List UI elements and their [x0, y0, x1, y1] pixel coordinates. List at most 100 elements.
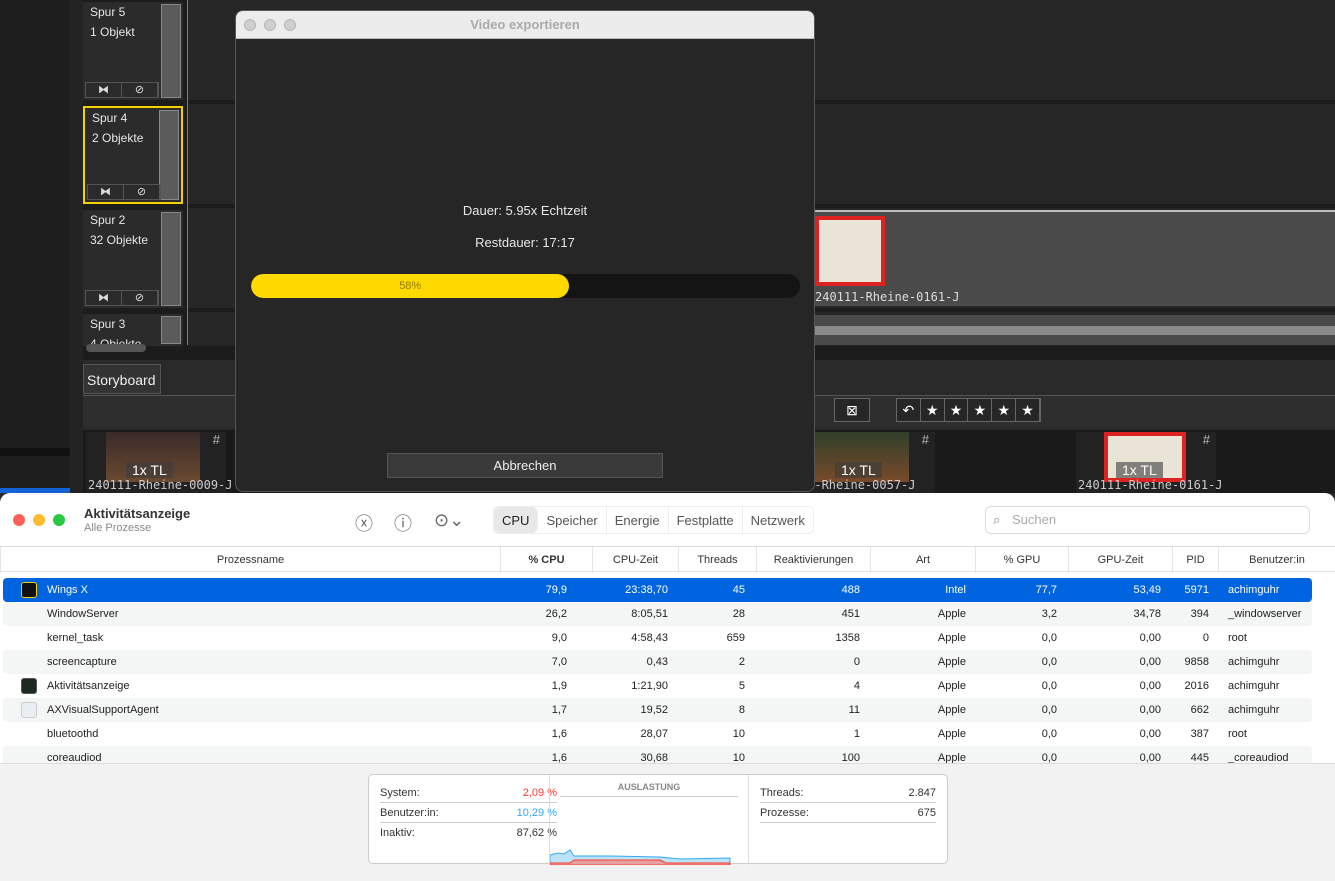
cell-prozessname: bluetoothd [47, 728, 99, 740]
remaining-text: Restdauer: 17:17 [475, 235, 575, 250]
column-header[interactable]: Art [870, 547, 975, 573]
window-subtitle: Alle Prozesse [84, 522, 152, 534]
tab-speicher[interactable]: Speicher [538, 507, 607, 533]
star-icon[interactable]: ★ [992, 399, 1017, 421]
tab-storyboard[interactable]: Storyboard [83, 364, 161, 394]
audio-waveform[interactable] [815, 315, 1335, 345]
track-header[interactable]: Spur 2 32 Objekte ⧓ ⊘ [83, 210, 183, 308]
undo-rating-icon[interactable]: ↶ [897, 399, 921, 421]
column-header[interactable]: Benutzer:in [1218, 547, 1335, 573]
mute-icon[interactable]: ⊘ [124, 185, 160, 199]
mute-icon[interactable]: ⊘ [122, 83, 158, 97]
track-level[interactable] [161, 316, 181, 344]
cell-reaktivierungen: 0 [853, 656, 860, 668]
column-header[interactable]: Threads [678, 547, 756, 573]
transition-icon[interactable]: ⧓ [86, 291, 122, 305]
cell-cpu-zeit: 8:05,51 [631, 608, 668, 620]
cell-threads: 5 [738, 680, 745, 692]
horizontal-scrollbar[interactable] [86, 344, 146, 352]
search-input[interactable]: ⌕ Suchen [985, 506, 1310, 534]
clip-label: 240111-Rheine-0161-J [815, 290, 960, 304]
mute-icon[interactable]: ⊘ [122, 291, 158, 305]
cancel-button[interactable]: Abbrechen [387, 453, 663, 478]
table-row[interactable]: bluetoothd 1,6 28,07 10 1 Apple 0,0 0,00 387 root [3, 722, 1312, 746]
cell-threads: 8 [738, 704, 745, 716]
track-header[interactable]: Spur 34 Objekte [83, 314, 183, 346]
table-row[interactable]: WindowServer 26,2 8:05,51 28 451 Apple 3,2 34,7… [3, 602, 1312, 626]
cell-gpu-zeit: 34,78 [1133, 608, 1161, 620]
dialog-title: Video exportieren [470, 17, 580, 32]
clip-thumbnail [815, 216, 885, 286]
table-row[interactable]: AXVisualSupportAgent 1,7 19,52 8 11 Apple 0,0 0… [3, 698, 1312, 722]
column-header[interactable]: Reaktivierungen [756, 547, 870, 573]
storyboard-item[interactable]: 1x TL # 240111-Rheine-0057-J [795, 432, 935, 493]
cell--gpu: 0,0 [1041, 632, 1057, 644]
transition-icon[interactable]: ⧓ [88, 185, 124, 199]
cell--gpu: 77,7 [1035, 584, 1057, 596]
table-row[interactable]: screencapture 7,0 0,43 2 0 Apple 0,0 0,00 9858 ac… [3, 650, 1312, 674]
cell-reaktivierungen: 451 [841, 608, 860, 620]
close-button[interactable] [13, 514, 25, 526]
track-name: Spur 3 [90, 317, 126, 331]
star-icon[interactable]: ★ [945, 399, 969, 421]
threads-stat: Threads: 2.847 [760, 783, 936, 803]
star-icon[interactable]: ★ [921, 399, 945, 421]
category-tabs: CPU Speicher Energie Festplatte Netzwerk [493, 506, 814, 534]
system-stat: System: 2,09 % [380, 783, 557, 803]
table-row[interactable]: Wings X 79,9 23:38,70 45 488 Intel 77,7 53,49 59… [3, 578, 1312, 602]
transition-icon[interactable]: ⧓ [86, 83, 122, 97]
column-header[interactable]: % GPU [975, 547, 1068, 573]
track-level[interactable] [161, 212, 181, 306]
transition-button[interactable]: ⊠ [834, 398, 870, 422]
tab-netzwerk[interactable]: Netzwerk [743, 507, 813, 533]
cell-cpu-zeit: 28,07 [640, 728, 668, 740]
panel-divider[interactable] [70, 0, 83, 493]
track-header[interactable]: Spur 5 1 Objekt ⧓ ⊘ [83, 2, 183, 100]
stop-process-icon[interactable]: ⓧ [355, 510, 373, 536]
column-header[interactable]: Prozessname [0, 547, 500, 573]
usage-badge: 1x TL [126, 462, 173, 478]
tab-energie[interactable]: Energie [607, 507, 669, 533]
export-progress-bar: 58% [251, 274, 800, 298]
cell-reaktivierungen: 1358 [835, 632, 860, 644]
storyboard-item[interactable]: 1x TL # 240111-Rheine-0009-J [86, 432, 233, 493]
minimize-button[interactable] [264, 19, 276, 31]
more-options-icon[interactable]: ⊙⌄ [434, 510, 464, 531]
track-level[interactable] [161, 4, 181, 98]
cell-prozessname: WindowServer [47, 608, 119, 620]
cell--cpu: 1,9 [551, 680, 567, 692]
cell-reaktivierungen: 1 [853, 728, 860, 740]
cell-art: Apple [937, 704, 966, 716]
table-row[interactable]: kernel_task 9,0 4:58,43 659 1358 Apple 0,0 0,00… [3, 626, 1312, 650]
zoom-button[interactable] [284, 19, 296, 31]
tab-cpu[interactable]: CPU [494, 507, 539, 533]
track-level[interactable] [159, 110, 179, 200]
playhead[interactable] [187, 0, 188, 345]
cpu-summary: System: 2,09 % Benutzer:in: 10,29 % Inakti… [0, 763, 1335, 881]
storyboard-item[interactable]: 1x TL # 240111-Rheine-0161-J [1076, 432, 1223, 493]
column-header[interactable]: GPU-Zeit [1068, 547, 1172, 573]
process-icon [21, 582, 37, 598]
load-chart [550, 849, 731, 865]
cell-prozessname: screencapture [47, 656, 117, 668]
close-button[interactable] [244, 19, 256, 31]
minimize-button[interactable] [33, 514, 45, 526]
cell-art: Apple [937, 632, 966, 644]
cell-pid: 394 [1190, 608, 1209, 620]
star-icon[interactable]: ★ [1016, 399, 1040, 421]
column-header[interactable]: CPU-Zeit [592, 547, 678, 573]
column-header[interactable]: % CPU [500, 547, 592, 573]
star-icon[interactable]: ★ [968, 399, 993, 421]
info-icon[interactable]: ⓘ [394, 510, 412, 536]
cell-gpu-zeit: 53,49 [1133, 584, 1161, 596]
cell-threads: 659 [726, 632, 745, 644]
activity-monitor-window: Aktivitätsanzeige Alle Prozesse ⓧ ⓘ ⊙⌄ C… [0, 493, 1335, 881]
idle-stat: Inaktiv: 87,62 % [380, 827, 557, 839]
zoom-button[interactable] [53, 514, 65, 526]
track-header[interactable]: Spur 4 2 Objekte ⧓ ⊘ [83, 106, 183, 204]
table-row[interactable]: Aktivitätsanzeige 1,9 1:21,90 5 4 Apple 0,0 0,0… [3, 674, 1312, 698]
column-header[interactable]: PID [1172, 547, 1218, 573]
timeline-clip[interactable]: 240111-Rheine-0161-J [815, 210, 1335, 306]
table-row[interactable]: coreaudiod 1,6 30,68 10 100 Apple 0,0 0,00 445 _c… [3, 746, 1312, 763]
tab-festplatte[interactable]: Festplatte [669, 507, 743, 533]
